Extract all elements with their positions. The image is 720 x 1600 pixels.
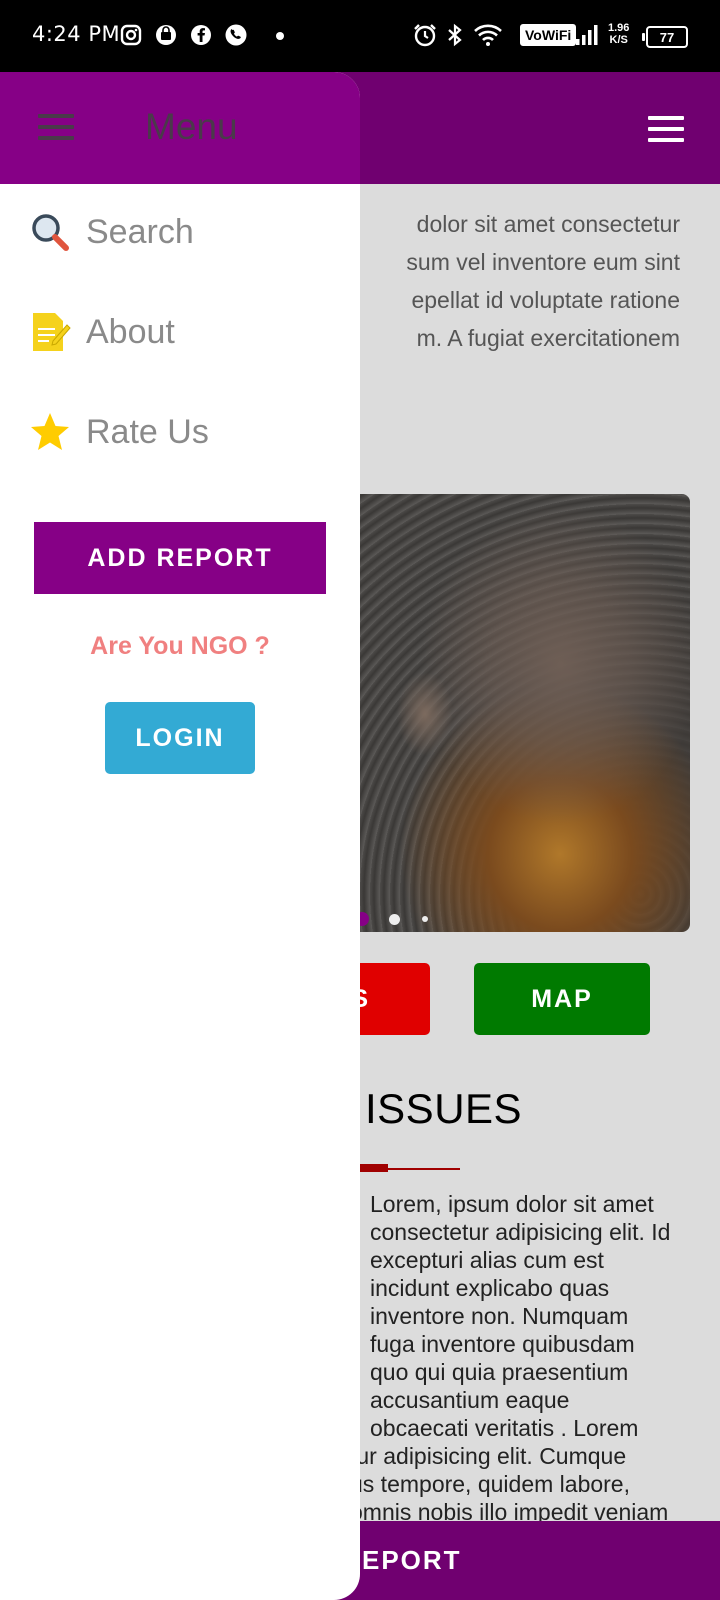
carousel-dot[interactable]	[422, 916, 428, 922]
login-button[interactable]: LOGIN	[105, 702, 255, 774]
search-icon	[28, 210, 72, 254]
drawer-hamburger-icon[interactable]	[38, 114, 74, 140]
battery-indicator: 77	[642, 26, 688, 48]
menu-item-search[interactable]: Search	[0, 192, 360, 272]
ngo-prompt: Are You NGO ?	[90, 632, 270, 660]
navigation-drawer: Menu Search About Rate Us ADD REPORT Are…	[0, 72, 360, 1600]
star-icon	[28, 410, 72, 454]
map-button[interactable]: MAP	[474, 963, 650, 1035]
document-icon	[28, 310, 72, 354]
network-speed-unit: K/S	[609, 34, 628, 46]
vowifi-badge: VoWiFi	[520, 24, 577, 46]
carousel-indicators	[355, 912, 428, 926]
drawer-title: Menu	[145, 106, 238, 147]
carousel-dot[interactable]	[389, 913, 400, 925]
bluetooth-icon	[442, 22, 468, 48]
menu-item-label: Rate Us	[86, 412, 209, 451]
menu-item-label: About	[86, 312, 175, 351]
network-speed: 1.96 K/S	[608, 22, 629, 46]
shopping-bag-icon	[153, 22, 179, 48]
notification-dot	[276, 32, 284, 40]
facebook-icon	[188, 22, 214, 48]
hamburger-menu-icon[interactable]	[648, 116, 684, 142]
bottom-report-label: EPORT	[362, 1545, 462, 1575]
instagram-icon	[118, 22, 144, 48]
whatsapp-icon	[223, 22, 249, 48]
status-bar: 4:24 PM VoWiFi 1.96 K/S 77	[0, 0, 720, 72]
add-report-button[interactable]: ADD REPORT	[34, 522, 326, 594]
status-time: 4:24 PM	[32, 22, 121, 46]
issues-heading: ISSUES	[365, 1085, 523, 1132]
network-speed-value: 1.96	[608, 22, 630, 34]
wifi-icon	[472, 22, 504, 48]
signal-icon	[574, 22, 600, 48]
drawer-header: Menu	[0, 72, 360, 184]
menu-item-rate-us[interactable]: Rate Us	[0, 392, 360, 472]
menu-item-label: Search	[86, 212, 194, 251]
alarm-icon	[412, 22, 438, 48]
menu-item-about[interactable]: About	[0, 292, 360, 372]
